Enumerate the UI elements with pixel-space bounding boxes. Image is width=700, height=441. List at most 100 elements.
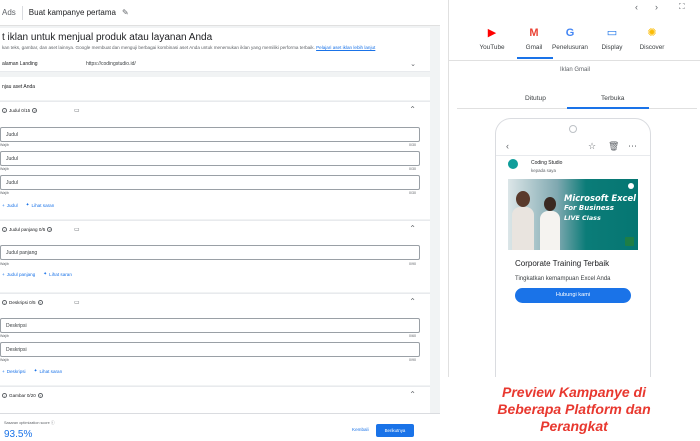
- section-title: i Gambar 0/20 ?: [2, 393, 43, 398]
- long-headline-actions: + Judul panjang ✦ Lihat saran: [2, 271, 72, 277]
- char-count: 0/60: [409, 334, 416, 338]
- comment-icon[interactable]: ▭: [74, 107, 80, 114]
- excel-icon: [625, 237, 634, 246]
- selected-tab-indicator: [567, 107, 649, 109]
- chevron-up-icon[interactable]: ⌃: [409, 105, 416, 114]
- section-title: i Judul 0/15 ?: [2, 108, 38, 113]
- promo-line: Preview Kampanye di: [502, 384, 646, 400]
- platform-youtube[interactable]: ▶ YouTube: [471, 26, 513, 51]
- ad-banner-image: Microsoft Excel For Business LIVE Class: [508, 179, 638, 250]
- cta-button[interactable]: Hubungi kami: [515, 288, 631, 303]
- help-icon[interactable]: ⓘ: [51, 421, 55, 425]
- description-actions: + Deskripsi ✦ Lihat saran: [2, 368, 62, 374]
- discover-icon: ✺: [647, 27, 657, 39]
- ad-headline: Corporate Training Terbaik: [515, 259, 610, 268]
- add-description-button[interactable]: + Deskripsi: [2, 368, 26, 374]
- long-headline-field[interactable]: Judul panjang: [0, 245, 420, 260]
- platform-label: Gmail: [525, 44, 543, 51]
- help-icon[interactable]: ?: [37, 393, 43, 398]
- ideas-label: Lihat saran: [39, 368, 63, 374]
- recipient-label: kepada saya: [531, 168, 556, 173]
- back-button[interactable]: Kembali: [352, 427, 369, 432]
- divider: [21, 5, 23, 20]
- chevron-left-icon[interactable]: ‹: [635, 2, 638, 12]
- description-title: Deskripsi 0/5: [9, 300, 36, 305]
- preview-panel: ‹ › ⛶ ▶ YouTube M Gmail G Penelusuran ▭ …: [448, 0, 700, 441]
- ideas-button[interactable]: ✦ Lihat saran: [26, 202, 55, 208]
- char-count: 0/30: [409, 143, 416, 147]
- platform-discover[interactable]: ✺ Discover: [631, 26, 673, 51]
- info-icon: i: [2, 393, 7, 398]
- add-headline-button[interactable]: + Judul: [2, 202, 18, 208]
- help-icon[interactable]: ?: [32, 108, 38, 113]
- field-placeholder: Deskripsi: [6, 323, 27, 329]
- next-button[interactable]: Berikutnya: [376, 424, 414, 437]
- chevron-up-icon[interactable]: ⌃: [409, 297, 416, 306]
- landing-page-row[interactable]: alaman Landing https://codingstudio.id/ …: [0, 56, 430, 72]
- banner-line: For Business: [564, 204, 614, 212]
- ad-type-label: Iklan Gmail: [559, 67, 590, 73]
- headlines-section: i Judul 0/15 ? ▭ ⌃ Judul Wajib 0/30 Judul…: [0, 101, 430, 219]
- ideas-button[interactable]: ✦ Lihat saran: [34, 368, 63, 374]
- optimization-label: Sasaran optimization score ⓘ: [4, 421, 55, 426]
- headline-actions: + Judul ✦ Lihat saran: [2, 202, 54, 208]
- tab-collapsed[interactable]: Ditutup: [525, 95, 546, 102]
- info-icon: i: [2, 300, 7, 305]
- chevron-right-icon[interactable]: ›: [655, 2, 658, 12]
- add-label: Judul panjang: [6, 271, 36, 277]
- ideas-button[interactable]: ✦ Lihat saran: [43, 271, 72, 277]
- chevron-down-icon[interactable]: ⌄: [410, 60, 416, 68]
- fullscreen-icon[interactable]: ⛶: [679, 2, 685, 12]
- star-icon[interactable]: ☆: [588, 141, 596, 152]
- images-section: i Gambar 0/20 ? ⌃: [0, 386, 430, 413]
- char-count: 0/30: [409, 191, 416, 195]
- top-bar: Ads Buat kampanye pertama ✎: [0, 0, 440, 26]
- images-title: Gambar 0/20: [9, 393, 36, 398]
- section-title: i Deskripsi 0/5 ?: [2, 300, 43, 305]
- asset-header: njau aset Anda: [2, 84, 36, 90]
- comment-icon[interactable]: ▭: [74, 226, 80, 233]
- description-field[interactable]: Deskripsi: [0, 342, 420, 357]
- chevron-up-icon[interactable]: ⌃: [409, 224, 416, 233]
- optimization-score: 93.5%: [4, 429, 33, 440]
- campaign-title: Buat kampanye pertama: [28, 8, 116, 17]
- help-icon[interactable]: ?: [37, 300, 43, 305]
- help-icon[interactable]: ?: [47, 227, 53, 232]
- headline-field[interactable]: Judul: [0, 151, 420, 166]
- section-title: i Judul panjang 0/5 ?: [2, 227, 53, 232]
- banner-line: Microsoft Excel: [564, 193, 636, 203]
- edit-icon[interactable]: ✎: [122, 8, 129, 17]
- phone-camera: [569, 125, 577, 133]
- field-meta: Wajib 0/30: [0, 191, 420, 195]
- platform-label: Discover: [639, 44, 665, 51]
- youtube-icon: ▶: [487, 27, 497, 39]
- chevron-up-icon[interactable]: ⌃: [409, 390, 416, 399]
- more-icon[interactable]: ⋯: [628, 141, 637, 152]
- platform-search[interactable]: G Penelusuran: [549, 26, 591, 51]
- tab-expanded[interactable]: Terbuka: [601, 95, 624, 102]
- field-placeholder: Judul: [6, 156, 18, 162]
- headline-field[interactable]: Judul: [0, 127, 420, 142]
- learn-more-link[interactable]: Pelajari aset iklan lebih lanjut: [316, 45, 375, 50]
- comment-icon[interactable]: ▭: [74, 299, 80, 306]
- intro-description: kan teks, gambar, dan aset lainnya. Goog…: [2, 45, 375, 50]
- platform-display[interactable]: ▭ Display: [591, 26, 633, 51]
- brand-logo-icon: [628, 183, 634, 189]
- ad-description: Tingkatkan kemampuan Excel Anda: [515, 276, 611, 282]
- promo-line: Beberapa Platform dan: [497, 401, 651, 417]
- field-placeholder: Judul: [6, 132, 18, 138]
- promo-line: Perangkat: [540, 418, 608, 434]
- intro-text: kan teks, gambar, dan aset lainnya. Goog…: [2, 45, 315, 50]
- char-count: 0/90: [409, 262, 416, 266]
- required-label: Wajib: [0, 262, 9, 266]
- delete-icon[interactable]: 🗑: [608, 141, 619, 152]
- back-arrow-icon[interactable]: ‹: [506, 141, 509, 151]
- headline-field[interactable]: Judul: [0, 175, 420, 190]
- required-label: Wajib: [0, 143, 9, 147]
- add-long-headline-button[interactable]: + Judul panjang: [2, 271, 35, 277]
- banner-line: LIVE Class: [564, 214, 601, 222]
- description-field[interactable]: Deskripsi: [0, 318, 420, 333]
- optimization-text: Sasaran optimization score: [4, 421, 50, 425]
- person-head: [544, 197, 556, 211]
- char-count: 0/30: [409, 167, 416, 171]
